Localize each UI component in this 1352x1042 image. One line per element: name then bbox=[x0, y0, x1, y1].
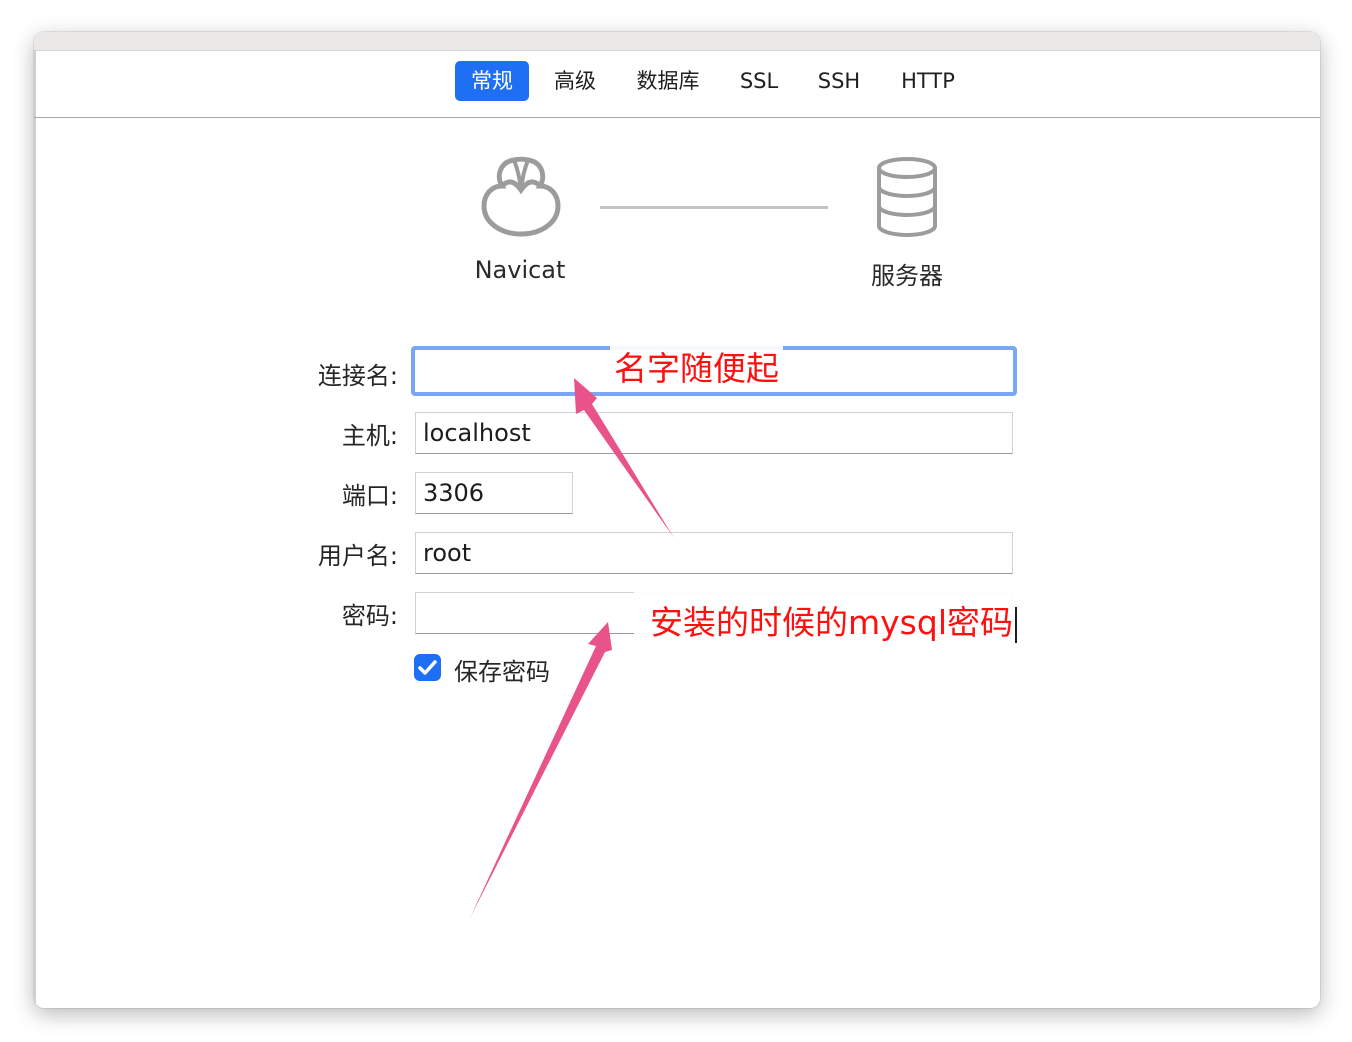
arrow-to-connection-name bbox=[574, 378, 674, 538]
annotation-arrows bbox=[470, 378, 674, 918]
connection-dialog: 常规 高级 数据库 SSL SSH HTTP Navicat 服务器 连接名: … bbox=[34, 32, 1320, 1008]
arrow-to-password bbox=[470, 622, 612, 918]
